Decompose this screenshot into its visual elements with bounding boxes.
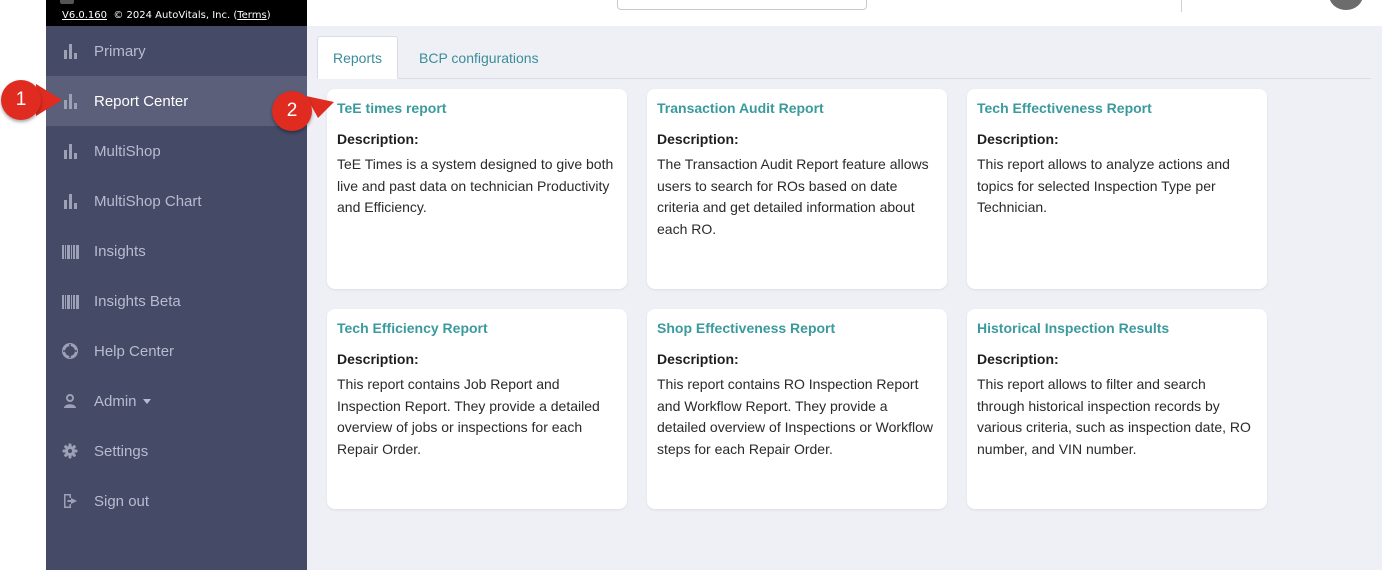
bar-chart-icon — [62, 43, 78, 59]
user-icon — [62, 393, 78, 409]
report-card-description: This report allows to analyze actions an… — [977, 156, 1230, 216]
sidebar-item-report-center[interactable]: Report Center — [46, 76, 307, 126]
barcode-icon — [61, 243, 79, 259]
sidebar-item-label: Primary — [94, 42, 146, 60]
report-card-desc-label: Description: — [657, 131, 739, 147]
report-card-title[interactable]: Tech Effectiveness Report — [977, 99, 1257, 117]
tab-bar: Reports BCP configurations — [317, 36, 1371, 79]
logo — [60, 0, 74, 4]
report-card[interactable]: Transaction Audit Report Description: Th… — [647, 89, 947, 289]
report-card-description: TeE Times is a system designed to give b… — [337, 156, 614, 216]
report-card-description: This report contains RO Inspection Repor… — [657, 376, 933, 458]
report-card-desc-label: Description: — [977, 131, 1059, 147]
barcode-icon — [61, 293, 79, 309]
sidebar-header: V6.0.160 © 2024 AutoVitals, Inc. (Terms) — [46, 0, 307, 26]
bar-chart-icon — [62, 193, 78, 209]
search-input[interactable] — [617, 0, 867, 10]
copyright-end: ) — [266, 10, 271, 21]
tab-bcp-configurations[interactable]: BCP configurations — [419, 36, 539, 79]
report-card-title[interactable]: Shop Effectiveness Report — [657, 319, 937, 337]
sidebar-item-insights-beta[interactable]: Insights Beta — [46, 276, 307, 326]
sidebar-item-settings[interactable]: Settings — [46, 426, 307, 476]
report-card[interactable]: Shop Effectiveness Report Description: T… — [647, 309, 947, 509]
report-card-desc-label: Description: — [657, 351, 739, 367]
tab-reports[interactable]: Reports — [317, 36, 399, 79]
report-card-desc-label: Description: — [337, 131, 419, 147]
report-card[interactable]: TeE times report Description: TeE Times … — [327, 89, 627, 289]
report-card[interactable]: Tech Effectiveness Report Description: T… — [967, 89, 1267, 289]
sign-out-icon — [62, 493, 78, 509]
report-card-desc-label: Description: — [337, 351, 419, 367]
report-card-desc-label: Description: — [977, 351, 1059, 367]
sidebar-item-label: Sign out — [94, 492, 150, 510]
bar-chart-icon — [62, 93, 78, 109]
sidebar-item-label: Insights — [94, 242, 146, 260]
sidebar-item-label: Settings — [94, 442, 149, 460]
version-number[interactable]: V6.0.160 — [62, 10, 107, 21]
report-card-title[interactable]: TeE times report — [337, 99, 617, 117]
sidebar-item-label: Insights Beta — [94, 292, 181, 310]
gear-icon — [62, 443, 78, 459]
sidebar-item-label: Admin — [94, 392, 137, 410]
sidebar-item-multishop-chart[interactable]: MultiShop Chart — [46, 176, 307, 226]
report-card[interactable]: Historical Inspection Results Descriptio… — [967, 309, 1267, 509]
lifebuoy-icon — [62, 343, 78, 359]
sidebar-item-insights[interactable]: Insights — [46, 226, 307, 276]
step-marker-1: 1 — [1, 80, 41, 120]
bar-chart-icon — [62, 143, 78, 159]
main-content: Reports BCP configurations TeE times rep… — [307, 26, 1382, 570]
sidebar-item-multishop[interactable]: MultiShop — [46, 126, 307, 176]
report-card-title[interactable]: Tech Efficiency Report — [337, 319, 617, 337]
terms-link[interactable]: Terms — [237, 10, 266, 21]
sidebar: V6.0.160 © 2024 AutoVitals, Inc. (Terms)… — [46, 0, 307, 570]
step-marker-2: 2 — [272, 91, 312, 131]
avatar[interactable] — [1329, 0, 1363, 10]
report-card-description: This report allows to filter and search … — [977, 376, 1251, 458]
sidebar-item-admin[interactable]: Admin — [46, 376, 307, 426]
report-card-description: This report contains Job Report and Insp… — [337, 376, 600, 458]
report-card-title[interactable]: Historical Inspection Results — [977, 319, 1257, 337]
sidebar-item-sign-out[interactable]: Sign out — [46, 476, 307, 526]
copyright-text: © 2024 AutoVitals, Inc. ( — [113, 10, 238, 21]
top-divider — [1181, 0, 1182, 12]
sidebar-item-label: Help Center — [94, 342, 175, 360]
sidebar-item-primary[interactable]: Primary — [46, 26, 307, 76]
report-card[interactable]: Tech Efficiency Report Description: This… — [327, 309, 627, 509]
page: V6.0.160 © 2024 AutoVitals, Inc. (Terms)… — [0, 0, 1382, 570]
sidebar-item-label: Report Center — [94, 92, 189, 110]
sidebar-item-label: MultiShop Chart — [94, 192, 202, 210]
version-line: V6.0.160 © 2024 AutoVitals, Inc. (Terms) — [62, 10, 271, 21]
report-card-description: The Transaction Audit Report feature all… — [657, 156, 929, 238]
report-card-title[interactable]: Transaction Audit Report — [657, 99, 937, 117]
sidebar-nav: Primary Report Center MultiShop MultiSho… — [46, 26, 307, 526]
sidebar-item-help-center[interactable]: Help Center — [46, 326, 307, 376]
sidebar-item-label: MultiShop — [94, 142, 161, 160]
top-bar — [307, 0, 1382, 26]
chevron-down-icon — [142, 398, 151, 404]
